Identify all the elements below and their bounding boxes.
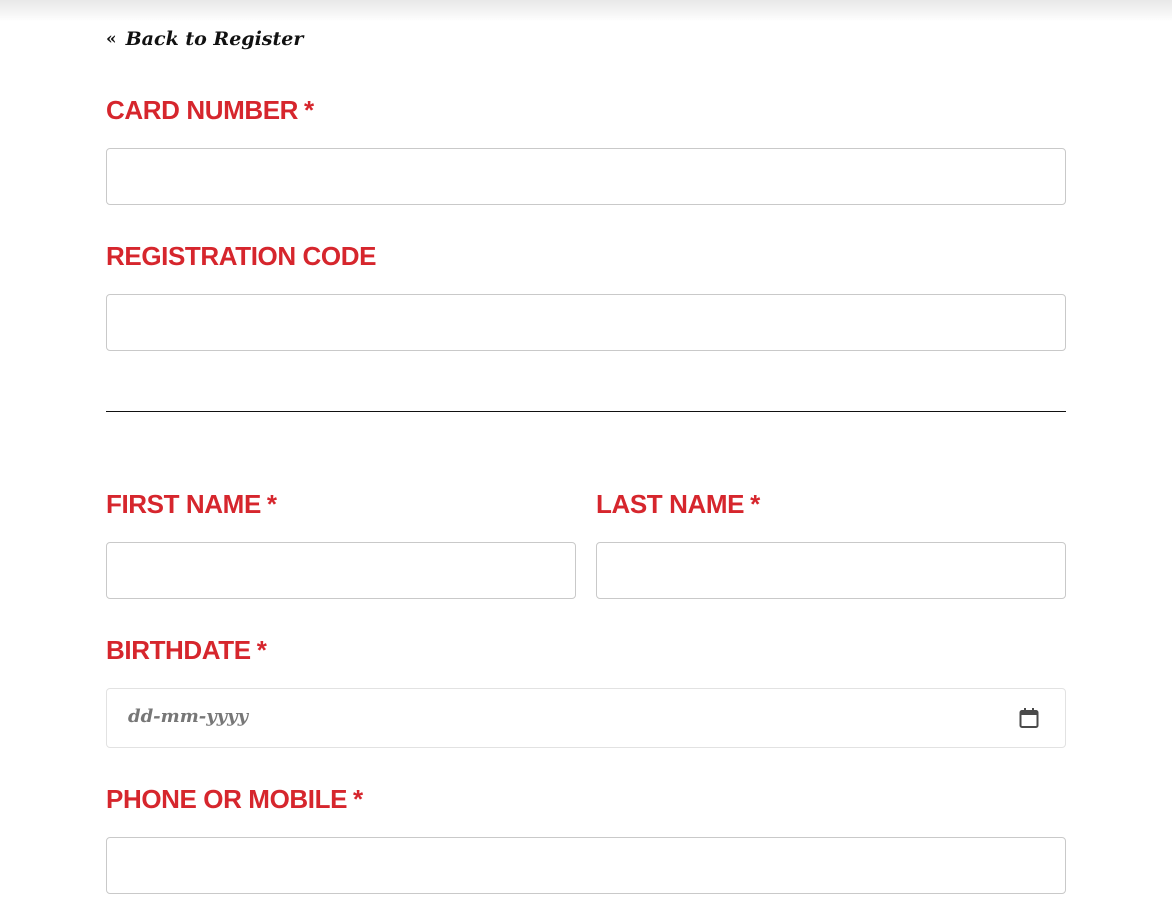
birthdate-placeholder: dd-mm-yyyy [128,706,249,727]
phone-label: PHONE OR MOBILE * [106,784,363,814]
required-asterisk: * [266,489,277,519]
back-link-label: Back to Register [125,28,304,50]
double-chevron-left-icon: « [106,29,117,49]
last-name-input[interactable] [596,542,1066,599]
back-to-register-link[interactable]: « Back to Register [106,28,303,50]
registration-code-input[interactable] [106,294,1066,351]
card-number-label: CARD NUMBER * [106,95,314,125]
card-number-input[interactable] [106,148,1066,205]
birthdate-label: BIRTHDATE * [106,635,267,665]
phone-input[interactable] [106,837,1066,894]
first-name-label: FIRST NAME * [106,489,277,519]
required-asterisk: * [256,635,267,665]
calendar-icon[interactable] [1017,706,1041,730]
section-divider [106,411,1066,412]
required-asterisk: * [353,784,363,814]
required-asterisk: * [750,489,760,519]
first-name-input[interactable] [106,542,576,599]
birthdate-input[interactable]: dd-mm-yyyy [106,688,1066,748]
last-name-label: LAST NAME * [596,489,760,519]
required-asterisk: * [304,95,314,125]
registration-code-label: REGISTRATION CODE [106,241,377,271]
header-shadow [0,0,1172,22]
